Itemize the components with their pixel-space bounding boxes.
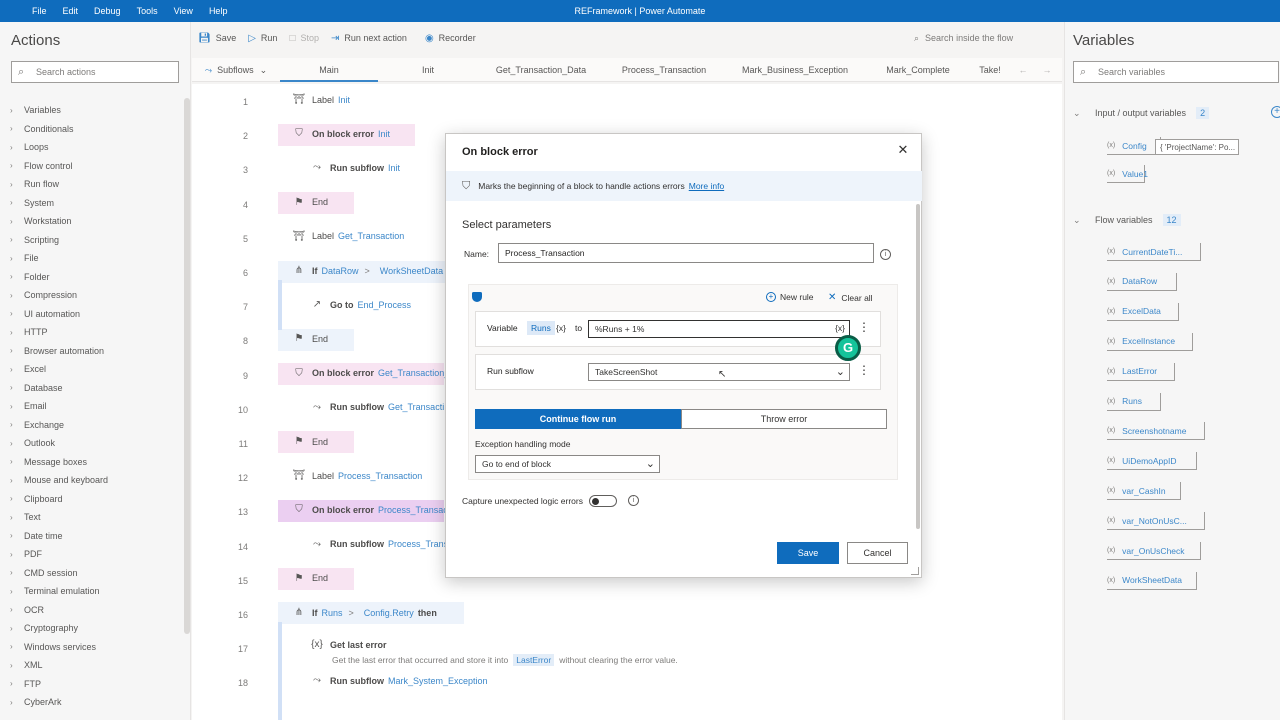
add-icon: + bbox=[766, 292, 776, 302]
exception-mode-value: Go to end of block bbox=[482, 459, 551, 469]
menu-help[interactable]: Help bbox=[201, 6, 236, 16]
name-input[interactable]: Process_Transaction bbox=[498, 243, 874, 263]
run-subflow-label: Run subflow bbox=[487, 366, 534, 376]
capture-errors-label: Capture unexpected logic errors bbox=[462, 496, 583, 506]
menu-file[interactable]: File bbox=[24, 6, 55, 16]
dialog-info-text: Marks the beginning of a block to handle… bbox=[478, 181, 685, 191]
menu-edit[interactable]: Edit bbox=[55, 6, 87, 16]
subflow-value: TakeScreenShot bbox=[595, 367, 658, 377]
variable-rule-row: Variable Runs {x} to %Runs + 1% {x} ⋮ bbox=[475, 311, 881, 347]
rule-container: + New rule ✕ Clear all Variable Runs {x}… bbox=[468, 284, 898, 480]
more-options-icon[interactable]: ⋮ bbox=[858, 320, 870, 334]
close-icon: ✕ bbox=[828, 292, 837, 303]
variable-picker-icon[interactable]: {x} bbox=[835, 323, 845, 333]
menu-view[interactable]: View bbox=[166, 6, 201, 16]
info-icon[interactable]: i bbox=[880, 249, 891, 260]
more-options-icon[interactable]: ⋮ bbox=[858, 363, 870, 377]
new-rule-label: New rule bbox=[780, 292, 814, 302]
select-parameters-heading: Select parameters bbox=[462, 219, 552, 231]
variable-label: Variable bbox=[487, 323, 518, 333]
to-label: to bbox=[575, 323, 583, 333]
throw-error-toggle[interactable]: Throw error bbox=[681, 409, 887, 429]
mouse-cursor-icon: ↖ bbox=[718, 369, 727, 380]
grammarly-icon[interactable]: G bbox=[835, 335, 861, 361]
continue-flow-run-toggle[interactable]: Continue flow run bbox=[475, 409, 681, 429]
more-info-link[interactable]: More info bbox=[689, 181, 724, 191]
menu-bar: File Edit Debug Tools View Help REFramew… bbox=[0, 0, 1280, 22]
expression-input[interactable]: %Runs + 1% {x} bbox=[588, 320, 850, 338]
on-block-error-dialog: On block error ✕ ⛉ Marks the beginning o… bbox=[445, 133, 922, 578]
chevron-down-icon: ⌄ bbox=[835, 366, 845, 378]
toggle-knob bbox=[592, 498, 599, 505]
capture-errors-toggle[interactable] bbox=[589, 495, 617, 507]
expression-value: %Runs + 1% bbox=[595, 324, 645, 334]
variable-picker-icon[interactable]: {x} bbox=[556, 323, 566, 333]
run-subflow-rule-row: Run subflow TakeScreenShot ⌄ ⋮ ↖ bbox=[475, 354, 881, 390]
variable-chip[interactable]: Runs bbox=[527, 321, 555, 335]
shield-icon: ⛉ bbox=[462, 179, 471, 192]
menu-tools[interactable]: Tools bbox=[129, 6, 166, 16]
cancel-button[interactable]: Cancel bbox=[847, 542, 908, 564]
dialog-scrollbar[interactable] bbox=[916, 204, 920, 529]
chevron-down-icon: ⌄ bbox=[645, 458, 655, 470]
dialog-title: On block error bbox=[462, 146, 538, 158]
clear-all-label: Clear all bbox=[841, 292, 873, 303]
save-button[interactable]: Save bbox=[777, 542, 839, 564]
info-icon[interactable]: i bbox=[628, 495, 639, 506]
dialog-info-bar: ⛉ Marks the beginning of a block to hand… bbox=[446, 171, 922, 201]
name-label: Name: bbox=[464, 249, 490, 259]
resize-grip-icon[interactable] bbox=[911, 567, 919, 575]
new-rule-button[interactable]: + New rule bbox=[766, 292, 814, 302]
close-icon[interactable]: ✕ bbox=[895, 142, 911, 158]
shield-icon bbox=[472, 292, 482, 302]
menu-debug[interactable]: Debug bbox=[86, 6, 129, 16]
clear-all-button[interactable]: ✕ Clear all bbox=[828, 292, 873, 303]
exception-mode-label: Exception handling mode bbox=[475, 439, 571, 449]
exception-mode-select[interactable]: Go to end of block ⌄ bbox=[475, 455, 660, 473]
